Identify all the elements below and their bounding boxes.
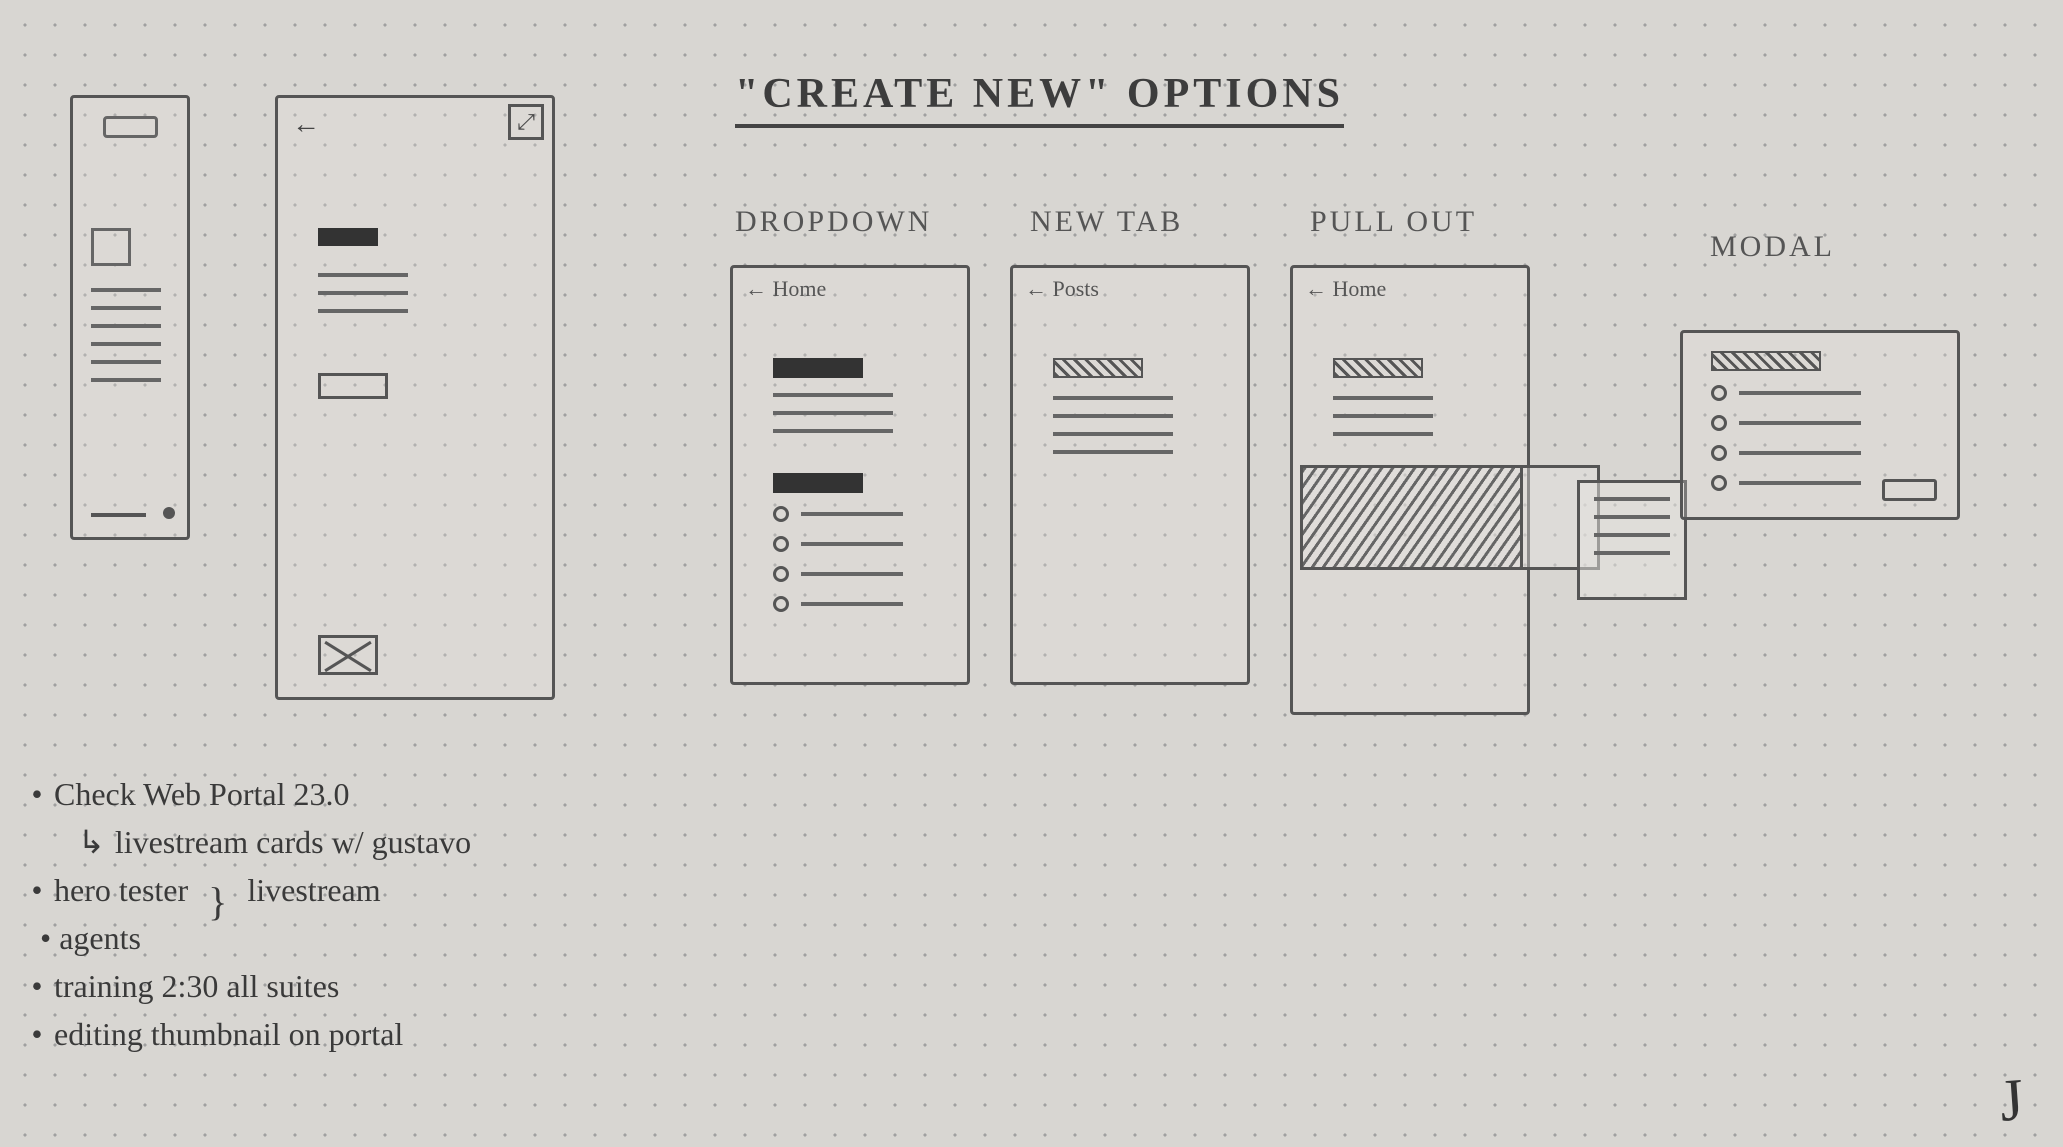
- back-link: ← Home: [745, 276, 826, 302]
- list-placeholder: [91, 288, 161, 396]
- option-label-pullout: Pull out: [1310, 205, 1477, 239]
- back-arrow-icon: ←: [292, 108, 320, 140]
- field-placeholder: [318, 373, 388, 399]
- sketch-phone-expanded: ← ⤢: [275, 95, 555, 700]
- dropdown-options: [773, 506, 903, 626]
- header-placeholder: [1333, 358, 1423, 378]
- pullout-selected-row: [1303, 468, 1523, 567]
- stray-mark: J: [1997, 1065, 2025, 1135]
- option-label-modal: Modal: [1710, 230, 1835, 264]
- back-link: ← Home: [1305, 276, 1386, 302]
- pullout-flyout: [1300, 465, 1600, 570]
- title-placeholder: [318, 228, 378, 246]
- sketch-phone-collapsed: [70, 95, 190, 540]
- image-placeholder-icon: [318, 635, 378, 675]
- option-label-dropdown: Dropdown: [735, 205, 932, 239]
- footer-dot: [163, 507, 175, 519]
- dropdown-header-placeholder: [773, 473, 863, 493]
- pill-placeholder: [103, 116, 158, 138]
- list-placeholder: [773, 393, 893, 447]
- square-placeholder: [91, 228, 131, 266]
- modal-options: [1711, 385, 1861, 505]
- header-placeholder: [773, 358, 863, 378]
- back-link: ← Posts: [1025, 276, 1099, 302]
- section-heading: "Create New" options: [735, 70, 1344, 128]
- list-placeholder: [1053, 396, 1173, 468]
- pullout-panel: [1577, 480, 1687, 600]
- modal-confirm-button: [1882, 479, 1937, 501]
- expand-icon: ⤢: [508, 104, 544, 140]
- list-placeholder: [1333, 396, 1433, 450]
- footer-line: [91, 513, 146, 517]
- option-label-newtab: New Tab: [1030, 205, 1183, 239]
- modal-header-placeholder: [1711, 351, 1821, 371]
- option-frame-newtab: ← Posts: [1010, 265, 1250, 685]
- body-lines: [318, 273, 408, 327]
- option-frame-modal: [1680, 330, 1960, 520]
- handwritten-notes: •Check Web Portal 23.0 livestream cards …: [30, 770, 471, 1058]
- header-placeholder: [1053, 358, 1143, 378]
- option-frame-dropdown: ← Home: [730, 265, 970, 685]
